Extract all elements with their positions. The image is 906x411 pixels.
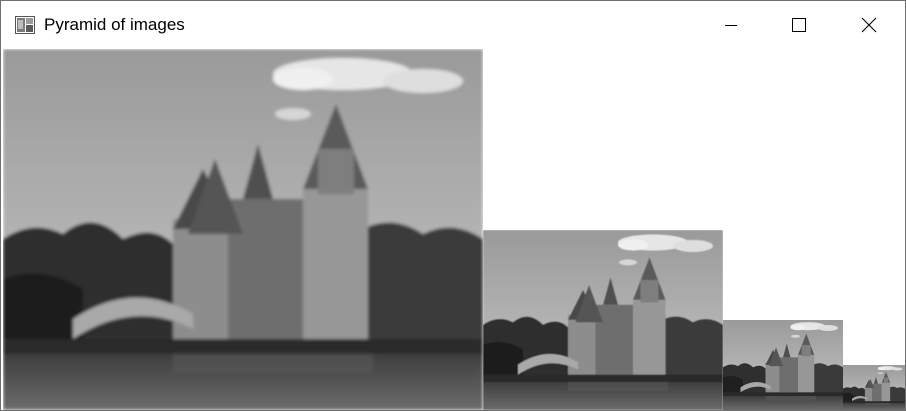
close-button[interactable] [846, 1, 892, 49]
app-window: Pyramid of images [0, 0, 906, 411]
pyramid-level-0-image [3, 49, 483, 410]
maximize-icon [792, 18, 806, 32]
minimize-icon [725, 25, 737, 26]
close-icon [861, 17, 877, 33]
pyramid-level-1-image [483, 230, 723, 410]
image-pyramid-canvas [1, 49, 905, 410]
maximize-button[interactable] [776, 1, 822, 49]
pyramid-level-3-image [843, 365, 905, 410]
title-bar[interactable]: Pyramid of images [1, 1, 905, 49]
pyramid-level-2-image [723, 320, 843, 410]
minimize-button[interactable] [708, 1, 754, 49]
app-image-icon[interactable] [15, 16, 35, 34]
window-title: Pyramid of images [44, 15, 185, 34]
